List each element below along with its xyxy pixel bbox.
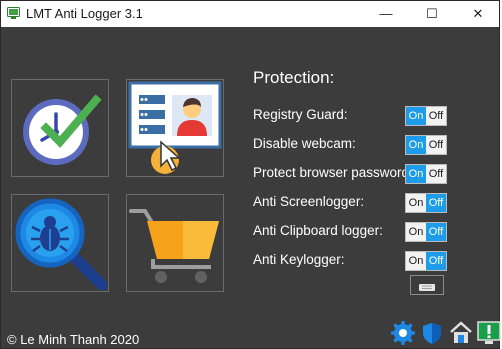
home-icon[interactable] bbox=[449, 321, 473, 345]
registry-guard-label: Registry Guard: bbox=[253, 107, 348, 122]
toggle-on[interactable]: On bbox=[406, 107, 426, 125]
virtual-keyboard-button[interactable] bbox=[410, 275, 444, 295]
anti-screenlogger-toggle[interactable]: On Off bbox=[405, 193, 447, 213]
registry-guard-toggle[interactable]: On Off bbox=[405, 106, 447, 126]
maximize-button[interactable]: ☐ bbox=[409, 1, 455, 27]
keyboard-icon bbox=[419, 284, 435, 291]
status-icon[interactable] bbox=[477, 321, 501, 345]
title-bar: LMT Anti Logger 3.1 — ☐ ✕ bbox=[1, 1, 499, 27]
toggle-on[interactable]: On bbox=[406, 136, 426, 154]
app-logo-icon bbox=[7, 7, 20, 19]
protect-browser-password-toggle[interactable]: On Off bbox=[405, 164, 447, 184]
shop-tile[interactable] bbox=[126, 194, 224, 292]
anti-keylogger-label: Anti Keylogger: bbox=[253, 252, 345, 267]
disable-webcam-toggle[interactable]: On Off bbox=[405, 135, 447, 155]
toggle-on[interactable]: On bbox=[406, 223, 426, 241]
protection-title: Protection: bbox=[253, 68, 335, 87]
toggle-off[interactable]: Off bbox=[426, 194, 446, 212]
bug-magnifier-icon bbox=[15, 198, 108, 291]
user-panel-icon bbox=[128, 81, 222, 174]
shopping-cart-icon bbox=[129, 209, 219, 283]
clock-check-icon bbox=[23, 94, 102, 165]
close-button[interactable]: ✕ bbox=[455, 1, 501, 27]
scan-tile[interactable] bbox=[11, 194, 109, 292]
toggle-off[interactable]: Off bbox=[426, 136, 446, 154]
anti-clipboard-logger-label: Anti Clipboard logger: bbox=[253, 223, 383, 238]
protect-browser-password-label: Protect browser password: bbox=[253, 165, 413, 180]
toggle-off[interactable]: Off bbox=[426, 165, 446, 183]
anti-keylogger-toggle[interactable]: On Off bbox=[405, 251, 447, 271]
anti-clipboard-logger-toggle[interactable]: On Off bbox=[405, 222, 447, 242]
toggle-off[interactable]: Off bbox=[426, 107, 446, 125]
anti-screenlogger-label: Anti Screenlogger: bbox=[253, 194, 365, 209]
toggle-off[interactable]: Off bbox=[426, 223, 446, 241]
toggle-on[interactable]: On bbox=[406, 165, 426, 183]
copyright-text: © Le Minh Thanh 2020 bbox=[7, 332, 140, 347]
toggle-on[interactable]: On bbox=[406, 252, 426, 270]
app-window: LMT Anti Logger 3.1 — ☐ ✕ Protection: Re… bbox=[0, 0, 501, 349]
shield-icon[interactable] bbox=[420, 321, 444, 345]
minimize-button[interactable]: — bbox=[363, 1, 409, 27]
status-tile[interactable] bbox=[11, 79, 109, 177]
toggle-on[interactable]: On bbox=[406, 194, 426, 212]
user-info-tile[interactable] bbox=[126, 79, 224, 177]
window-title: LMT Anti Logger 3.1 bbox=[26, 6, 143, 21]
settings-icon[interactable] bbox=[391, 321, 415, 345]
disable-webcam-label: Disable webcam: bbox=[253, 136, 356, 151]
toggle-off[interactable]: Off bbox=[426, 252, 446, 270]
